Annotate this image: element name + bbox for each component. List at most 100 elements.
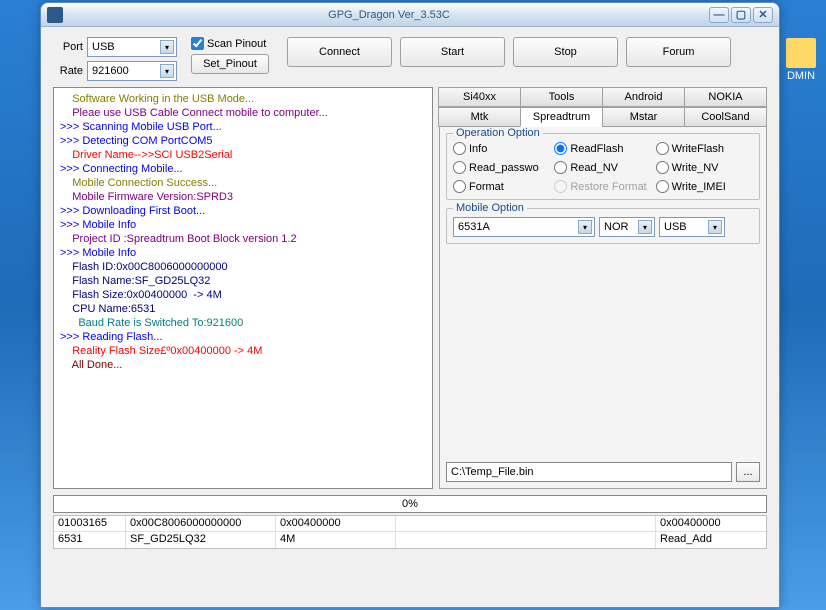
- table-cell: Read_Add: [656, 532, 766, 548]
- mid-row: Software Working in the USB Mode... Plea…: [53, 87, 767, 489]
- log-line: Flash Size:0x00400000 -> 4M: [60, 288, 426, 302]
- log-panel[interactable]: Software Working in the USB Mode... Plea…: [53, 87, 433, 489]
- radio-input[interactable]: [656, 142, 669, 155]
- scan-pinout-col: Scan Pinout Set_Pinout: [191, 37, 269, 74]
- rate-select[interactable]: 921600 ▾: [87, 61, 177, 81]
- usb-select[interactable]: USB ▾: [659, 217, 725, 237]
- radio-input[interactable]: [453, 180, 466, 193]
- log-line: Mobile Firmware Version:SPRD3: [60, 190, 426, 204]
- port-select[interactable]: USB ▾: [87, 37, 177, 57]
- log-line: >>> Scanning Mobile USB Port...: [60, 120, 426, 134]
- content: Port USB ▾ Rate 921600 ▾ Scan Pinout Set…: [41, 27, 779, 559]
- info-table: 010031650x00C80060000000000x004000000x00…: [53, 515, 767, 549]
- start-button[interactable]: Start: [400, 37, 505, 67]
- radio-input[interactable]: [656, 180, 669, 193]
- radio-write-nv[interactable]: Write_NV: [656, 161, 753, 174]
- right-panel: Si40xxToolsAndroidNOKIA MtkSpreadtrumMst…: [439, 87, 767, 489]
- radio-input[interactable]: [554, 142, 567, 155]
- log-line: Driver Name-->>SCI USB2Serial: [60, 148, 426, 162]
- radio-read-passwo[interactable]: Read_passwo: [453, 161, 550, 174]
- log-line: >>> Connecting Mobile...: [60, 162, 426, 176]
- log-line: CPU Name:6531: [60, 302, 426, 316]
- tab-row-2: MtkSpreadtrumMstarCoolSand: [439, 107, 767, 127]
- radio-read-nv[interactable]: Read_NV: [554, 161, 651, 174]
- desktop-icon-dmin[interactable]: DMIN: [781, 38, 821, 82]
- maximize-button[interactable]: ▢: [731, 7, 751, 23]
- model-select[interactable]: 6531A ▾: [453, 217, 595, 237]
- radio-label: Read_passwo: [469, 162, 539, 174]
- port-rate-grid: Port USB ▾ Rate 921600 ▾: [53, 37, 177, 81]
- spacer: [446, 252, 760, 462]
- set-pinout-button[interactable]: Set_Pinout: [191, 54, 269, 74]
- radio-label: Restore Format: [570, 181, 646, 193]
- radio-label: Info: [469, 143, 487, 155]
- chevron-down-icon: ▾: [160, 64, 174, 78]
- chevron-down-icon: ▾: [638, 220, 652, 234]
- desktop-icon-label: DMIN: [781, 70, 821, 82]
- tab-mstar[interactable]: Mstar: [602, 107, 685, 127]
- chevron-down-icon: ▾: [708, 220, 722, 234]
- app-icon: [47, 7, 63, 23]
- tab-rows: Si40xxToolsAndroidNOKIA MtkSpreadtrumMst…: [439, 87, 767, 127]
- table-row: 6531SF_GD25LQ324MRead_Add: [54, 532, 766, 548]
- radio-readflash[interactable]: ReadFlash: [554, 142, 651, 155]
- log-line: Baud Rate is Switched To:921600: [60, 316, 426, 330]
- radio-input[interactable]: [453, 142, 466, 155]
- tab-android[interactable]: Android: [602, 87, 685, 107]
- tab-spreadtrum[interactable]: Spreadtrum: [520, 107, 603, 127]
- path-input[interactable]: C:\Temp_File.bin: [446, 462, 732, 482]
- forum-button[interactable]: Forum: [626, 37, 731, 67]
- radio-label: ReadFlash: [570, 143, 623, 155]
- log-line: Pleae use USB Cable Connect mobile to co…: [60, 106, 426, 120]
- window-title: GPG_Dragon Ver_3.53C: [69, 9, 709, 21]
- scan-pinout-checkbox[interactable]: [191, 37, 204, 50]
- radio-input[interactable]: [656, 161, 669, 174]
- minimize-button[interactable]: —: [709, 7, 729, 23]
- table-cell: 01003165: [54, 516, 126, 531]
- browse-button[interactable]: ...: [736, 462, 760, 482]
- table-cell: 4M: [276, 532, 396, 548]
- radio-label: Write_IMEI: [672, 181, 726, 193]
- folder-icon: [786, 38, 816, 68]
- tab-tools[interactable]: Tools: [520, 87, 603, 107]
- radio-write-imei[interactable]: Write_IMEI: [656, 180, 753, 193]
- path-row: C:\Temp_File.bin ...: [446, 462, 760, 482]
- mobile-option-row: 6531A ▾ NOR ▾ USB ▾: [453, 217, 753, 237]
- stop-button[interactable]: Stop: [513, 37, 618, 67]
- nor-select[interactable]: NOR ▾: [599, 217, 655, 237]
- scan-pinout-label: Scan Pinout: [207, 38, 266, 50]
- log-line: >>> Mobile Info: [60, 246, 426, 260]
- top-row: Port USB ▾ Rate 921600 ▾ Scan Pinout Set…: [53, 37, 767, 81]
- radio-input[interactable]: [453, 161, 466, 174]
- tab-mtk[interactable]: Mtk: [438, 107, 521, 127]
- operation-radio-grid: Info ReadFlash WriteFlash Read_passwo Read_N…: [453, 142, 753, 193]
- radio-writeflash[interactable]: WriteFlash: [656, 142, 753, 155]
- window-controls: — ▢ ✕: [709, 7, 773, 23]
- app-window: GPG_Dragon Ver_3.53C — ▢ ✕ Port USB ▾ Ra…: [40, 2, 780, 608]
- radio-input[interactable]: [554, 161, 567, 174]
- progress-text: 0%: [402, 498, 418, 510]
- tab-coolsand[interactable]: CoolSand: [684, 107, 767, 127]
- close-button[interactable]: ✕: [753, 7, 773, 23]
- table-cell: [396, 516, 656, 531]
- radio-label: Read_NV: [570, 162, 618, 174]
- titlebar[interactable]: GPG_Dragon Ver_3.53C — ▢ ✕: [41, 3, 779, 27]
- rate-value: 921600: [92, 65, 129, 77]
- table-cell: [396, 532, 656, 548]
- tab-si40xx[interactable]: Si40xx: [438, 87, 521, 107]
- connect-button[interactable]: Connect: [287, 37, 392, 67]
- operation-option-group: Operation Option InfoReadFlashWriteFlash…: [446, 133, 760, 200]
- table-cell: 0x00400000: [276, 516, 396, 531]
- radio-info[interactable]: Info: [453, 142, 550, 155]
- rate-label: Rate: [53, 65, 83, 77]
- log-line: Reality Flash Size£º0x00400000 -> 4M: [60, 344, 426, 358]
- log-line: >>> Downloading First Boot...: [60, 204, 426, 218]
- mobile-option-group: Mobile Option 6531A ▾ NOR ▾ USB: [446, 208, 760, 244]
- scan-pinout-checkbox-row[interactable]: Scan Pinout: [191, 37, 269, 50]
- log-line: >>> Detecting COM PortCOM5: [60, 134, 426, 148]
- operation-option-title: Operation Option: [453, 127, 543, 139]
- radio-format[interactable]: Format: [453, 180, 550, 193]
- tab-nokia[interactable]: NOKIA: [684, 87, 767, 107]
- log-line: All Done...: [60, 358, 426, 372]
- table-cell: SF_GD25LQ32: [126, 532, 276, 548]
